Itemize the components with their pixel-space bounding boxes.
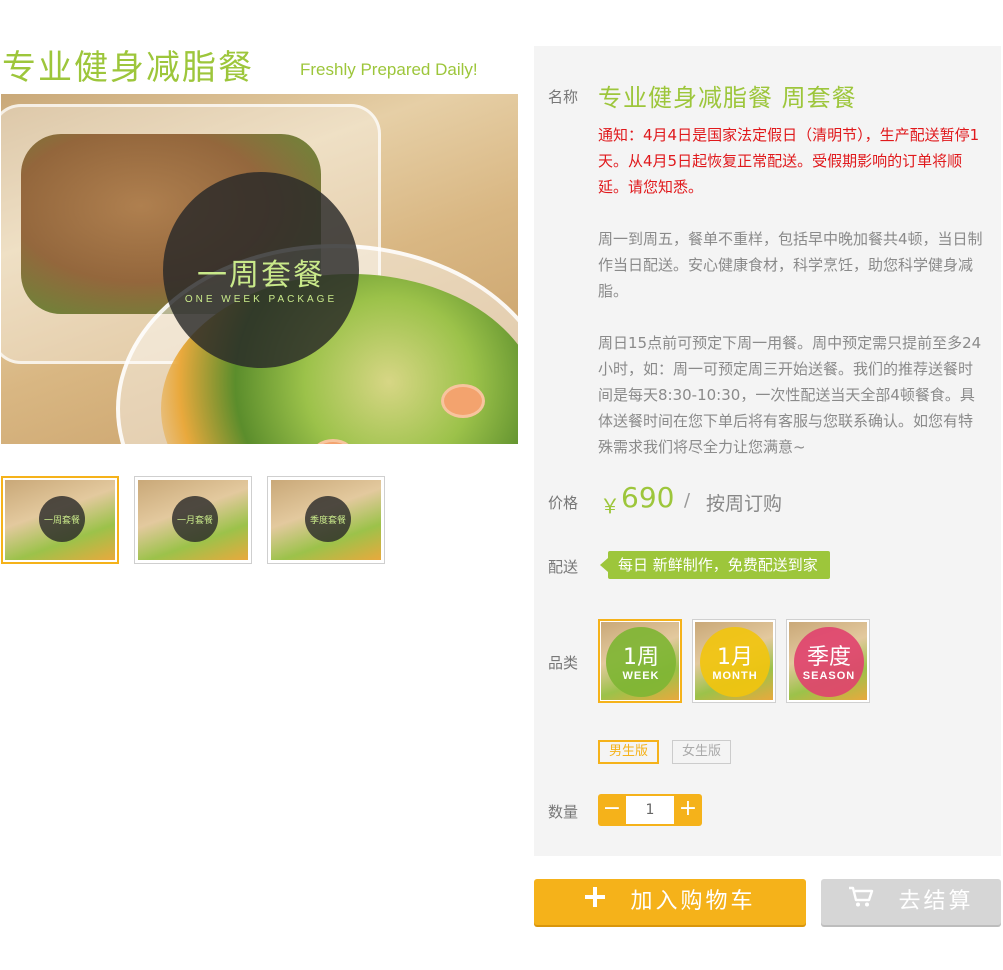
page-subtitle: Freshly Prepared Daily! xyxy=(300,60,478,79)
quantity-label: 数量 xyxy=(548,803,579,821)
package-overlay-circle: 一周套餐 ONE WEEK PACKAGE xyxy=(163,172,359,368)
delivery-label: 配送 xyxy=(548,558,579,576)
price-label: 价格 xyxy=(548,494,579,512)
category-sub: WEEK xyxy=(622,670,660,682)
shrimp xyxy=(441,384,485,418)
checkout-button[interactable]: 去结算 xyxy=(821,879,1001,925)
page-title: 专业健身减脂餐 xyxy=(2,48,254,88)
thumbnail-month[interactable]: 一月套餐 xyxy=(134,476,252,564)
thumbnail-season[interactable]: 季度套餐 xyxy=(267,476,385,564)
price-separator: / xyxy=(684,490,691,511)
main-product-image: 一周套餐 ONE WEEK PACKAGE xyxy=(1,94,518,444)
name-label: 名称 xyxy=(548,88,579,106)
overlay-title: 一周套餐 xyxy=(197,258,325,293)
plus-icon xyxy=(584,879,606,925)
checkout-label: 去结算 xyxy=(898,889,974,914)
category-label: 品类 xyxy=(548,654,579,672)
description-menu: 周一到周五，餐单不重样，包括早中晚加餐共4顿，当日制作当日配送。安心健康食材，科… xyxy=(598,230,983,300)
category-option-week[interactable]: 1周 WEEK xyxy=(598,619,682,703)
category-main: 季度 xyxy=(806,645,851,670)
quantity-input[interactable] xyxy=(626,794,674,826)
price-unit: 按周订购 xyxy=(706,493,783,515)
thumbnail-label: 一月套餐 xyxy=(176,516,213,526)
thumbnail-circle: 一周套餐 xyxy=(39,496,85,542)
category-badge: 1月 MONTH xyxy=(700,627,770,697)
quantity-increase-button[interactable]: + xyxy=(674,794,702,826)
category-badge: 1周 WEEK xyxy=(606,627,676,697)
price-currency: ￥ xyxy=(600,494,620,518)
category-main: 1周 xyxy=(623,645,659,670)
category-sub: MONTH xyxy=(712,670,758,682)
thumbnail-label: 季度套餐 xyxy=(309,516,346,526)
version-female[interactable]: 女生版 xyxy=(672,740,732,764)
quantity-decrease-button[interactable]: − xyxy=(598,794,626,826)
version-male[interactable]: 男生版 xyxy=(598,740,660,764)
category-badge: 季度 SEASON xyxy=(794,627,864,697)
price-value: 690 xyxy=(621,481,675,514)
cart-icon xyxy=(848,879,874,925)
product-info-panel: 名称 专业健身减脂餐 周套餐 通知：4月4日是国家法定假日（清明节），生产配送暂… xyxy=(534,46,1001,856)
category-option-season[interactable]: 季度 SEASON xyxy=(786,619,870,703)
holiday-notice: 通知：4月4日是国家法定假日（清明节），生产配送暂停1天。从4月5日起恢复正常配… xyxy=(598,126,980,196)
thumbnail-circle: 一月套餐 xyxy=(172,496,218,542)
category-option-month[interactable]: 1月 MONTH xyxy=(692,619,776,703)
delivery-tag: 每日 新鲜制作，免费配送到家 xyxy=(600,551,830,579)
thumbnail-circle: 季度套餐 xyxy=(305,496,351,542)
add-to-cart-label: 加入购物车 xyxy=(630,889,756,914)
description-ordering: 周日15点前可预定下周一用餐。周中预定需只提前至多24小时，如：周一可预定周三开… xyxy=(598,334,982,456)
overlay-subtitle: ONE WEEK PACKAGE xyxy=(184,294,338,305)
add-to-cart-button[interactable]: 加入购物车 xyxy=(534,879,806,925)
category-sub: SEASON xyxy=(802,670,856,682)
category-main: 1月 xyxy=(717,645,753,670)
thumbnail-week[interactable]: 一周套餐 xyxy=(1,476,119,564)
product-name: 专业健身减脂餐 周套餐 xyxy=(598,84,857,112)
thumbnail-label: 一周套餐 xyxy=(43,516,80,526)
